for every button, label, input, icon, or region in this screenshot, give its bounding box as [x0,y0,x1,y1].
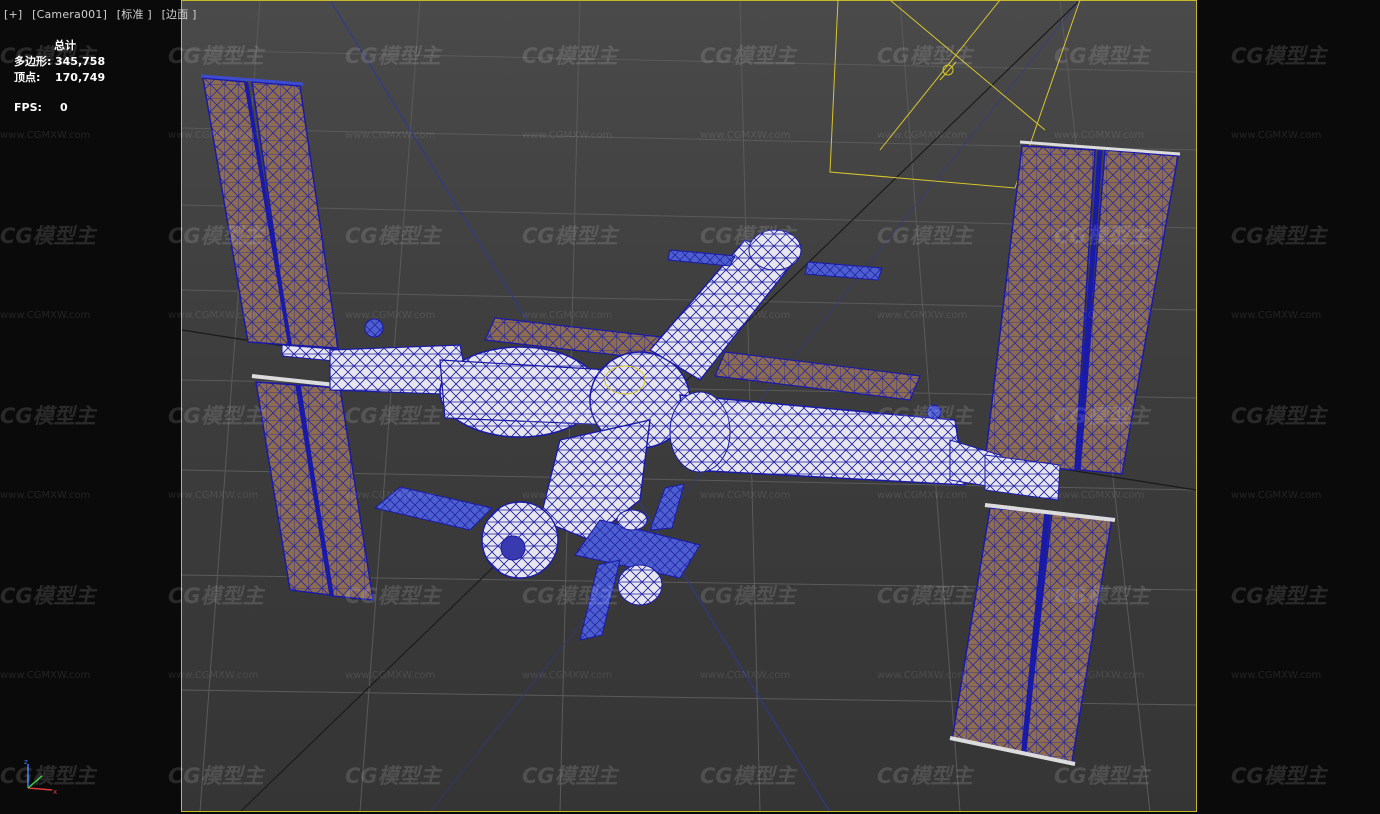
stats-header: 总计 [54,39,76,52]
solar-array-right-upper[interactable] [984,140,1181,475]
solar-array-left-upper[interactable] [200,74,339,349]
stats-vertices-row: 顶点: 170,749 [14,70,105,86]
stats-polygons-row: 多边形: 345,758 [14,54,105,70]
viewport-label[interactable]: [+] [Camera001] [标准 ] [边面 ] [4,6,203,22]
core-module[interactable] [439,346,616,438]
svg-text:z: z [24,758,28,766]
viewport-display-edged-faces[interactable]: [边面 ] [162,8,197,21]
fps-readout: FPS: 0 [14,101,68,114]
statistics-overlay: 总计 多边形: 345,758 顶点: 170,749 [14,38,105,86]
vertices-label: 顶点: [14,71,41,84]
solar-array-right-lower[interactable] [949,503,1116,766]
viewport-menu-plus[interactable]: [+] [4,8,22,21]
viewport-shading-standard[interactable]: [标准 ] [117,8,152,21]
axis-gizmo-icon: z x [24,758,57,796]
spacecraft-lower[interactable] [373,419,701,641]
polygons-value: 345,758 [55,55,106,68]
viewport-scene[interactable] [0,0,1380,814]
svg-text:x: x [53,788,57,796]
fps-value: 0 [60,101,68,114]
solar-array-left-lower[interactable] [251,374,374,601]
viewport-camera-menu[interactable]: [Camera001] [32,8,107,21]
polygons-label: 多边形: [14,55,52,68]
fps-label: FPS: [14,101,42,114]
vertices-value: 170,749 [55,71,106,84]
solar-array-center-right[interactable] [714,351,921,401]
